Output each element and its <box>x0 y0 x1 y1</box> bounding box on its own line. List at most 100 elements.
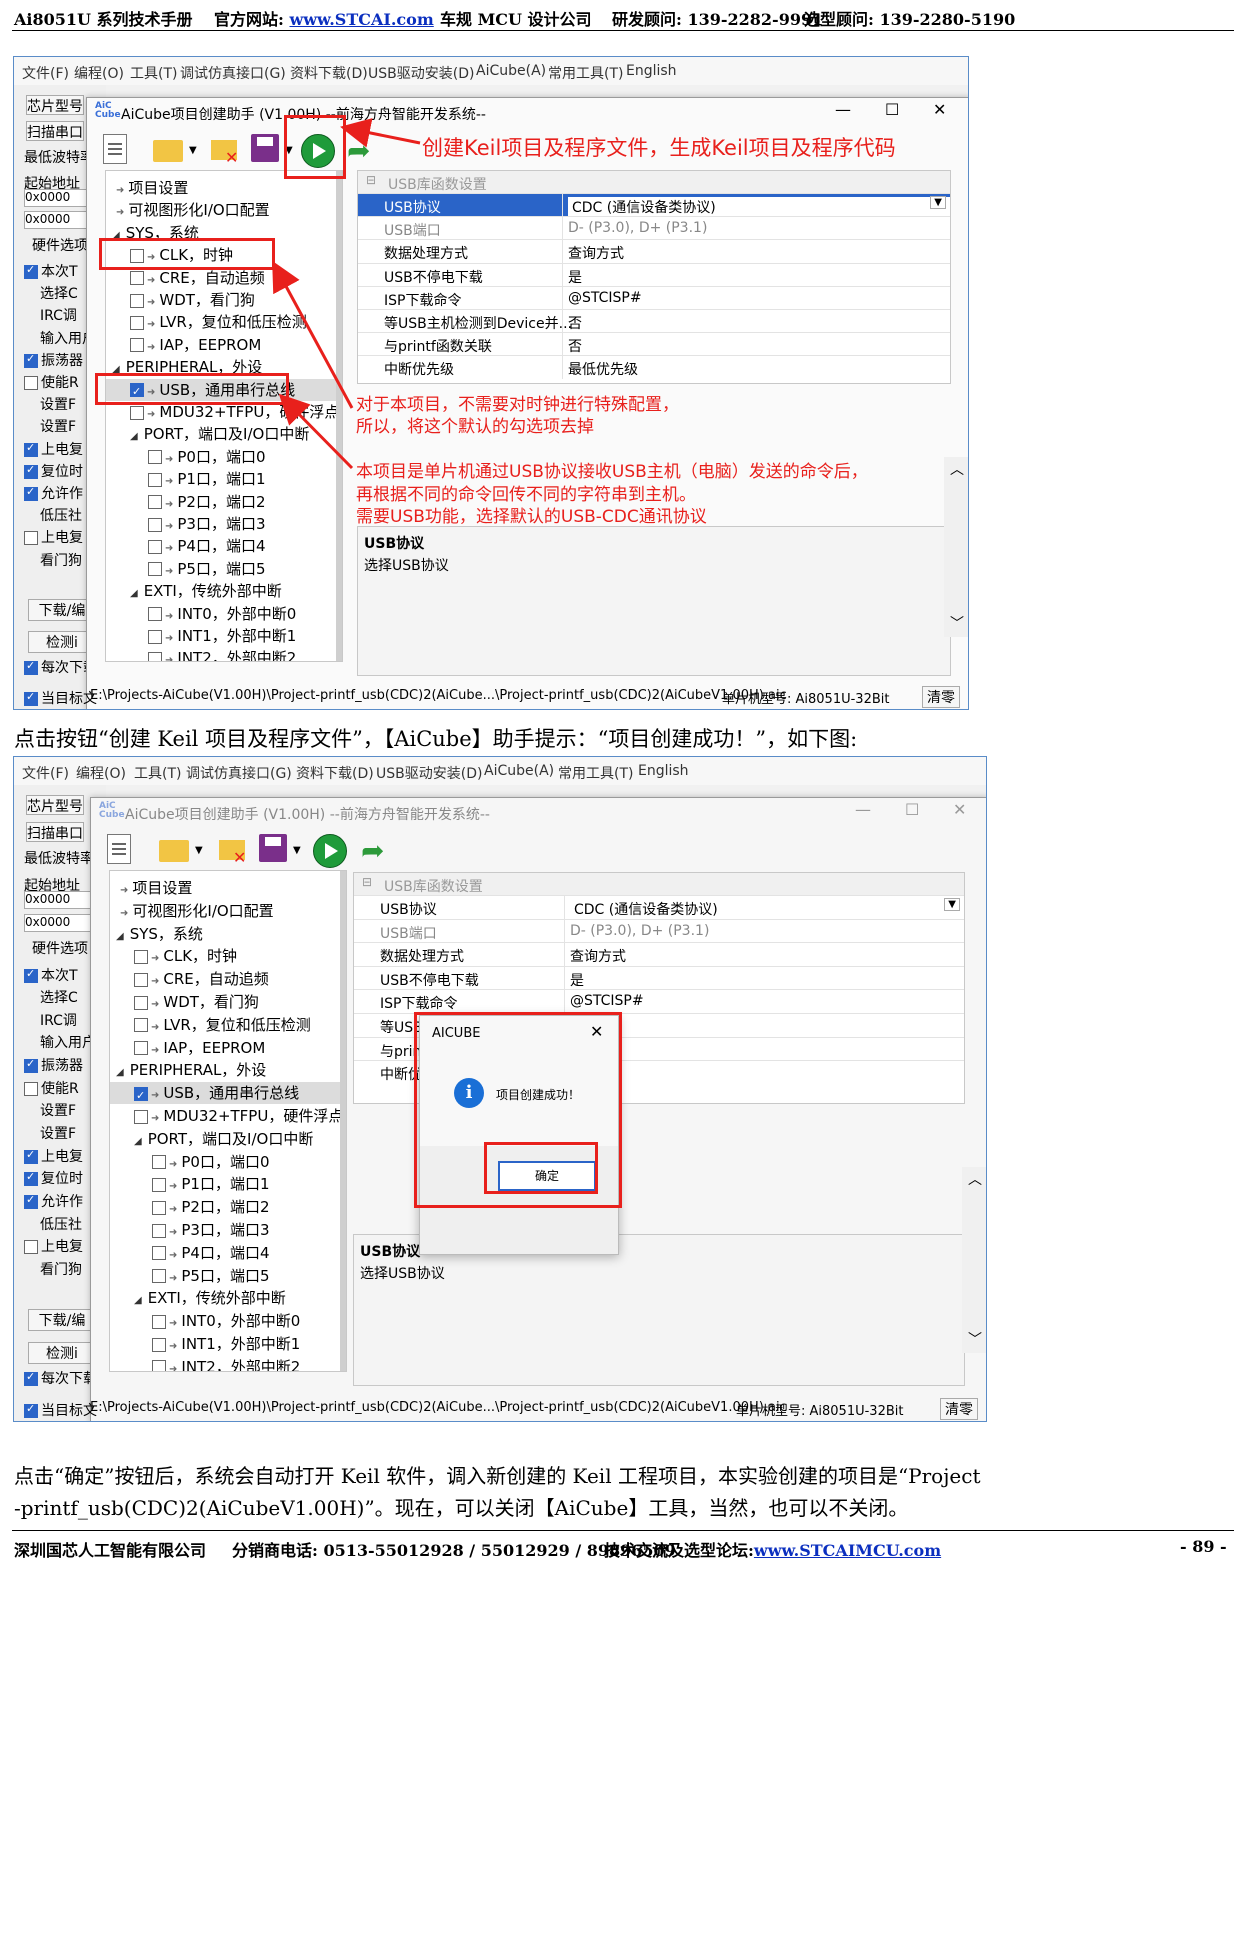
menu-item[interactable]: 调试仿真接口(G) <box>186 763 292 783</box>
grid-row[interactable]: USB协议 CDC (通信设备类协议) ▼ <box>354 895 964 919</box>
tree-item[interactable]: ➜ MDU32+TFPU，硬件浮点三 <box>110 1105 346 1127</box>
hw-option[interactable]: 输入用户 <box>40 1032 96 1052</box>
folder-dropdown-icon[interactable]: ▼ <box>195 834 205 868</box>
tree-item-checkbox[interactable] <box>152 1269 166 1284</box>
each-download-checkbox[interactable] <box>24 1370 38 1386</box>
tree-item-checkbox[interactable] <box>134 949 148 964</box>
hw-option[interactable]: 使能R <box>24 1078 79 1098</box>
tree-item[interactable]: ➜USB，通用串行总线 <box>110 1082 346 1107</box>
tree-item-checkbox[interactable] <box>152 1360 166 1371</box>
tree-item-checkbox[interactable] <box>134 1085 148 1107</box>
protocol-dropdown-icon[interactable]: ▼ <box>944 898 960 911</box>
tree-item[interactable]: ➜ IAP，EEPROM <box>110 1037 346 1059</box>
grid-row[interactable]: USB不停电下载 是 <box>354 965 964 990</box>
hw-option[interactable]: 振荡器 <box>24 1055 83 1075</box>
expand-icon[interactable]: ◢ <box>116 1067 124 1078</box>
hw-option-checkbox[interactable] <box>24 1240 38 1254</box>
tree-item[interactable]: ➜ P0口，端口0 <box>110 1151 346 1173</box>
clear-button[interactable]: 清零 <box>940 1398 978 1420</box>
tree-item[interactable]: ➜ P4口，端口4 <box>110 1242 346 1264</box>
close-icon[interactable]: ✕ <box>953 800 966 819</box>
tree-item[interactable]: ➜ CRE，自动追频 <box>110 968 346 990</box>
right-scrollbar[interactable]: ︿ ﹀ <box>962 1167 986 1353</box>
hw-option[interactable]: 选择C <box>40 987 78 1007</box>
tree-item[interactable]: ➜ P5口，端口5 <box>110 1265 346 1287</box>
menu-item[interactable]: 工具(T) <box>134 763 181 783</box>
scroll-up-icon[interactable]: ︿ <box>968 1169 982 1189</box>
hw-option-checkbox[interactable] <box>24 1148 38 1164</box>
addr-field-1[interactable]: 0x0000 <box>24 891 96 909</box>
tree-item[interactable]: ➜ INT0，外部中断0 <box>110 1310 346 1332</box>
hw-option[interactable]: 设置F <box>40 1100 76 1120</box>
maximize-icon[interactable]: ☐ <box>905 800 919 819</box>
collapse-icon[interactable]: ⊟ <box>362 875 372 889</box>
grid-row[interactable]: ISP下载命令 @STCISP# <box>354 989 964 1014</box>
tree-item-checkbox[interactable] <box>152 1314 166 1329</box>
hw-options-tab[interactable]: 硬件选项 <box>32 938 88 958</box>
tree-item[interactable]: ➜ P3口，端口3 <box>110 1219 346 1241</box>
tree-item-checkbox[interactable] <box>152 1155 166 1170</box>
current-target-checkbox[interactable] <box>24 1402 38 1418</box>
hw-option-checkbox[interactable] <box>24 1057 38 1073</box>
download-button[interactable]: 下载/编 <box>28 1309 96 1331</box>
hw-option-checkbox[interactable] <box>24 1082 38 1096</box>
each-download-option[interactable]: 每次下载 <box>24 1368 97 1388</box>
tree-item[interactable]: ➜ P1口，端口1 <box>110 1173 346 1195</box>
tree-item[interactable]: ◢ SYS，系统 <box>110 923 346 945</box>
tree-item[interactable]: ◢ PERIPHERAL，外设 <box>110 1059 346 1081</box>
menu-item[interactable]: 常用工具(T) <box>558 763 633 783</box>
hw-option[interactable]: 上电复 <box>24 1236 83 1256</box>
tree-item-checkbox[interactable] <box>152 1246 166 1261</box>
hw-option[interactable]: IRC调 <box>40 1010 77 1030</box>
addr-field-2[interactable]: 0x0000 <box>24 914 96 932</box>
tree-item[interactable]: ◢ EXTI，传统外部中断 <box>110 1287 346 1309</box>
close-folder-icon[interactable]: ✕ <box>219 840 246 867</box>
menu-item[interactable]: AiCube(A) <box>484 763 554 779</box>
new-doc-icon[interactable] <box>107 834 131 864</box>
expand-icon[interactable]: ◢ <box>134 1295 142 1306</box>
menu-item[interactable]: USB驱动安装(D) <box>376 763 482 783</box>
hw-option[interactable]: 设置F <box>40 1123 76 1143</box>
tree-item[interactable]: ➜ WDT，看门狗 <box>110 991 346 1013</box>
tree-item[interactable]: ➜ INT1，外部中断1 <box>110 1333 346 1355</box>
hw-option-checkbox[interactable] <box>24 1170 38 1186</box>
footer-forum-link[interactable]: www.STCAIMCU.com <box>754 1541 941 1560</box>
hw-option-checkbox[interactable] <box>24 967 38 983</box>
menu-item[interactable]: 资料下载(D) <box>296 763 374 783</box>
tree-item[interactable]: ➜ 可视图形化I/O口配置 <box>110 900 346 922</box>
tree-item-checkbox[interactable] <box>152 1223 166 1238</box>
tree-item-checkbox[interactable] <box>134 1018 148 1033</box>
current-target-option[interactable]: 当目标文 <box>24 1400 97 1420</box>
hw-option[interactable]: 复位时 <box>24 1168 83 1188</box>
tree-item-checkbox[interactable] <box>152 1337 166 1352</box>
detect-button[interactable]: 检测i <box>28 1342 96 1364</box>
scroll-down-icon[interactable]: ﹀ <box>968 1329 982 1349</box>
menu-item[interactable]: English <box>638 763 689 779</box>
hw-option[interactable]: 上电复 <box>24 1146 83 1166</box>
tree-item-checkbox[interactable] <box>134 1041 148 1056</box>
menu-item[interactable]: 编程(O) <box>76 763 126 783</box>
minimize-icon[interactable]: — <box>855 800 871 819</box>
expand-icon[interactable]: ◢ <box>116 931 124 942</box>
open-folder-icon[interactable] <box>159 840 189 862</box>
hw-option-checkbox[interactable] <box>24 1193 38 1209</box>
tree-scrollbar[interactable] <box>340 871 346 1371</box>
tree-item[interactable]: ➜ P2口，端口2 <box>110 1196 346 1218</box>
tree-item[interactable]: ➜ INT2，外部中断2 <box>110 1356 346 1371</box>
tree-item-checkbox[interactable] <box>152 1177 166 1192</box>
create-keil-project-button[interactable] <box>313 834 347 868</box>
tree-item-checkbox[interactable] <box>134 1109 148 1124</box>
hw-option[interactable]: 低压社 <box>40 1214 82 1234</box>
tree-item-checkbox[interactable] <box>134 972 148 987</box>
grid-row[interactable]: USB端口 D- (P3.0), D+ (P3.1) <box>354 918 964 943</box>
hw-option[interactable]: 看门狗 <box>40 1259 82 1279</box>
tree-item[interactable]: ➜ LVR，复位和低压检测 <box>110 1014 346 1036</box>
tree-item-checkbox[interactable] <box>152 1200 166 1215</box>
hw-option[interactable]: 允许作 <box>24 1191 83 1211</box>
tree-item[interactable]: ➜ CLK，时钟 <box>110 945 346 967</box>
tree-item[interactable]: ➜ 项目设置 <box>110 877 346 899</box>
export-icon[interactable]: ➦ <box>361 834 395 868</box>
tree-item-checkbox[interactable] <box>134 995 148 1010</box>
save-icon[interactable] <box>259 834 287 862</box>
expand-icon[interactable]: ◢ <box>134 1136 142 1147</box>
